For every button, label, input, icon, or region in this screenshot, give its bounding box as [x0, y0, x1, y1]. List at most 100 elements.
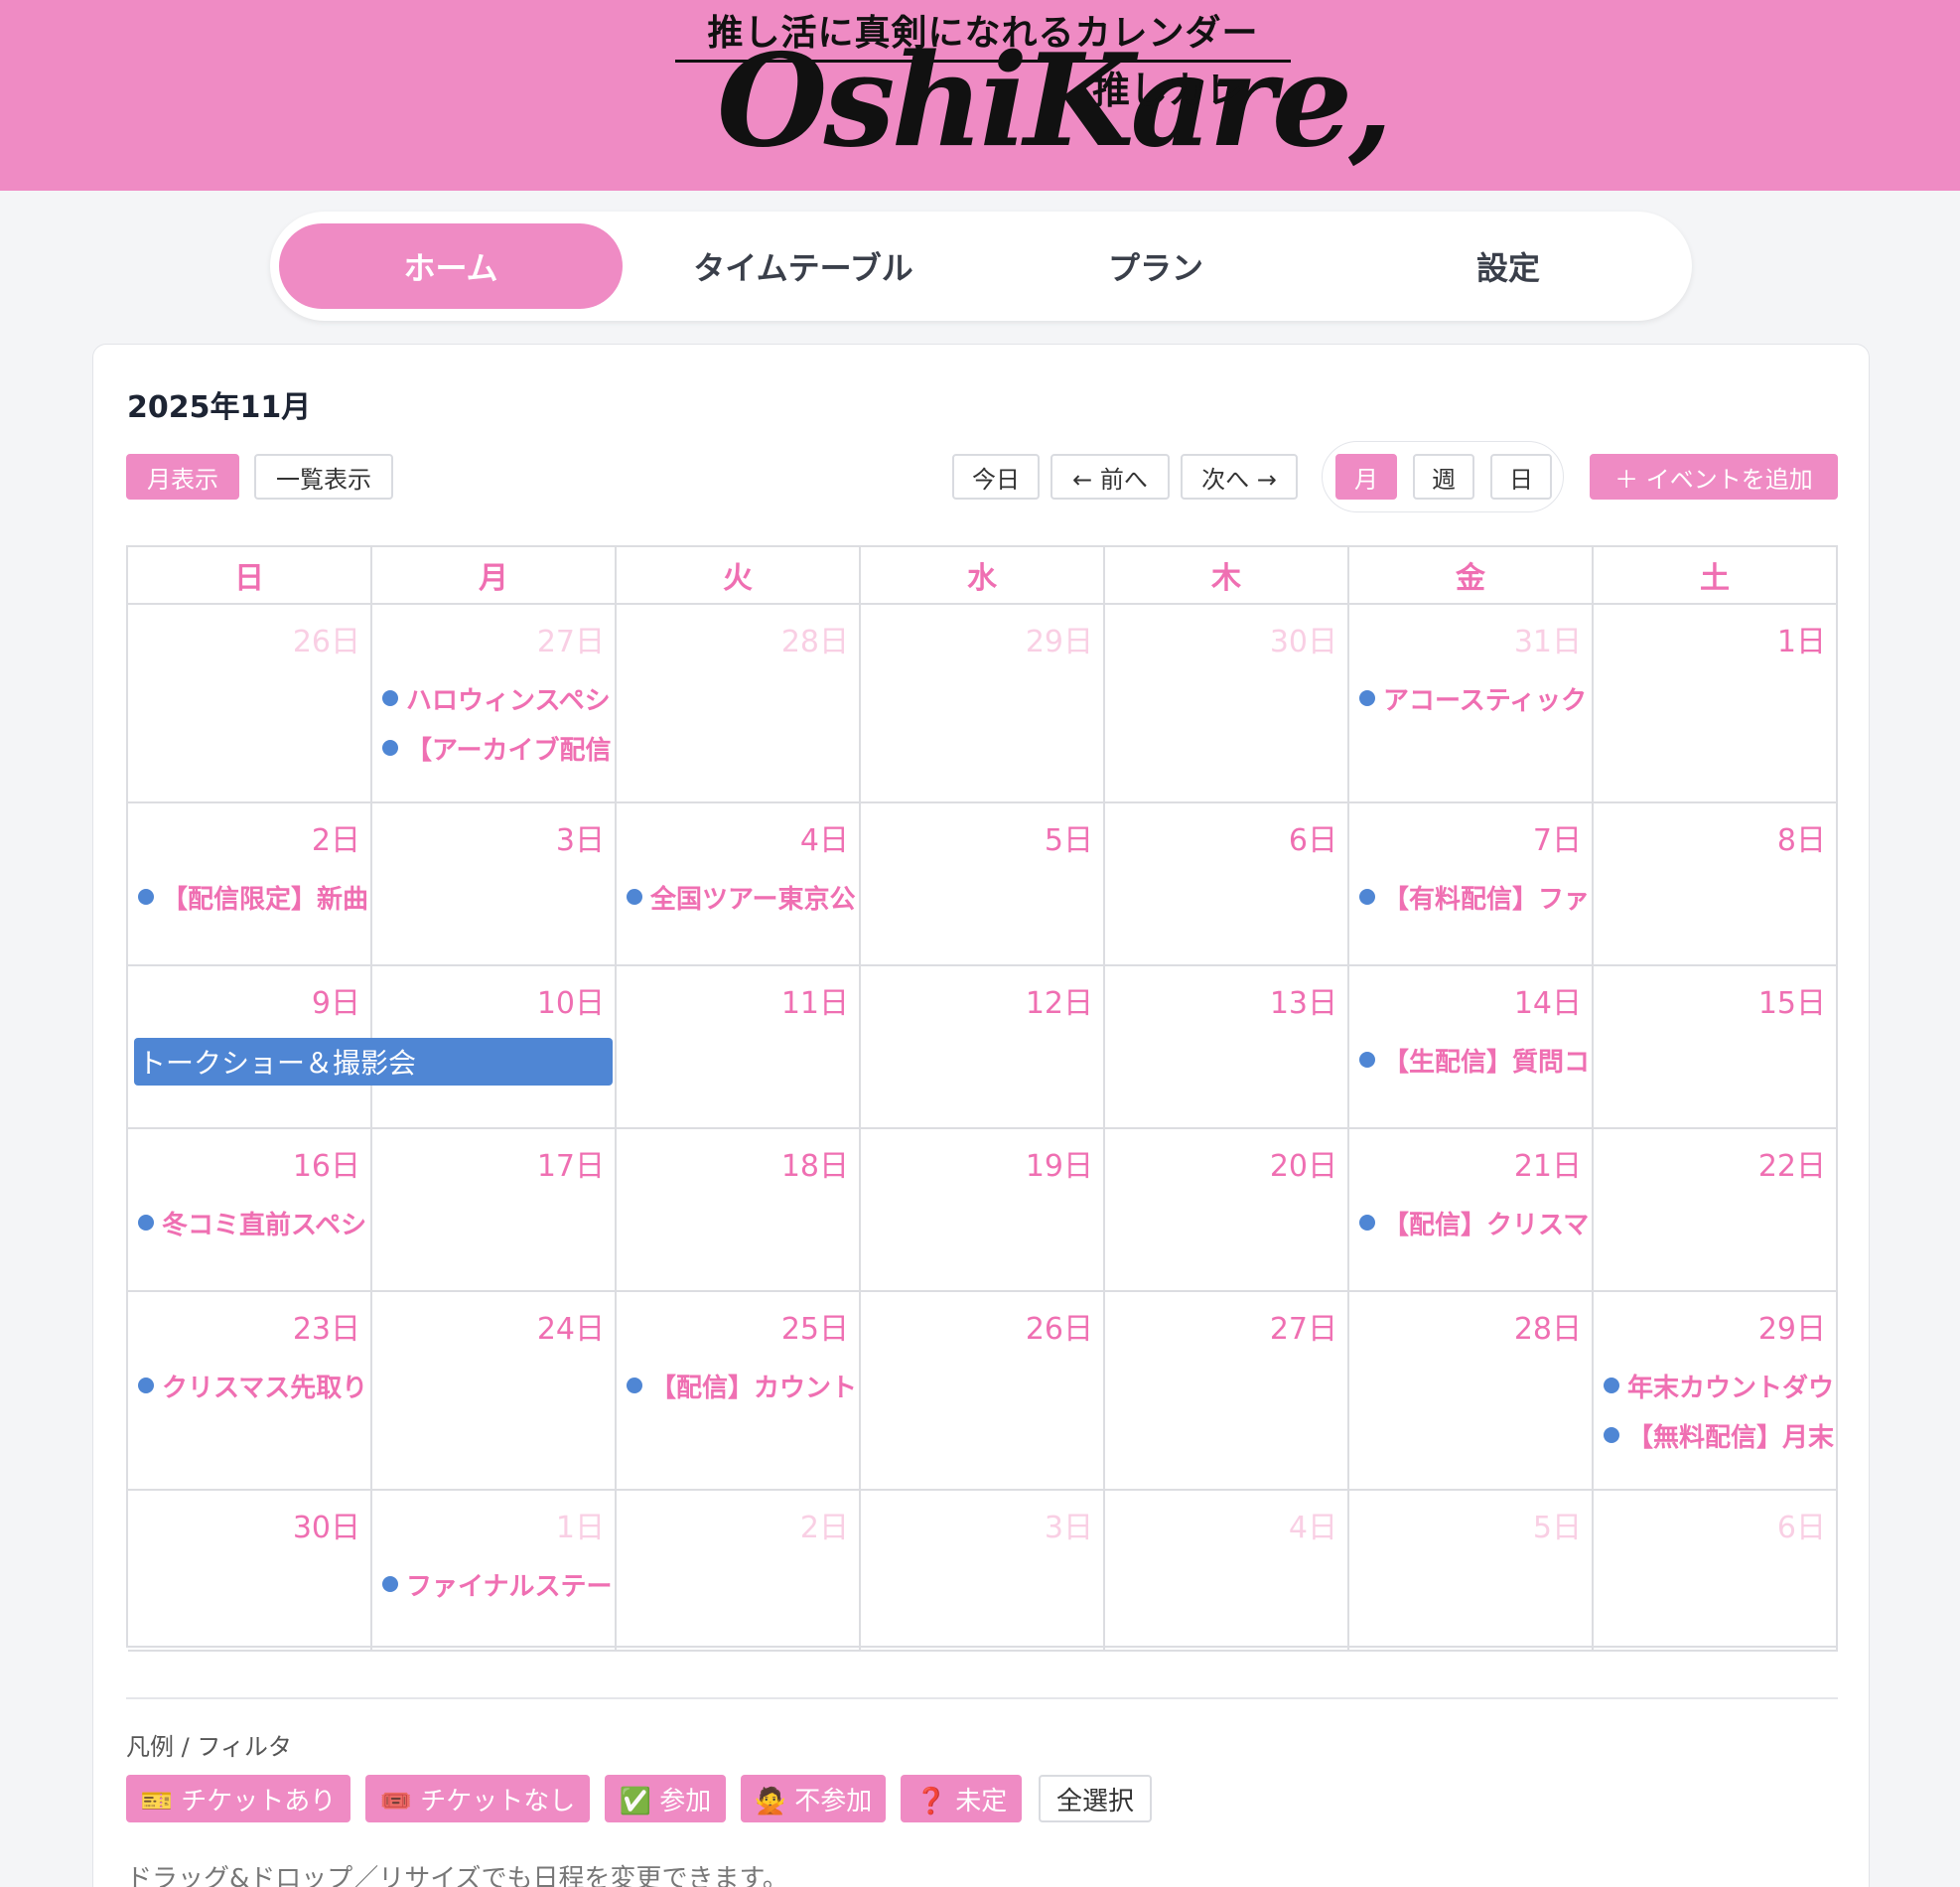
month-title: 2025年11月	[127, 390, 312, 425]
day-cell[interactable]: 8日	[1594, 803, 1838, 966]
view-day-button[interactable]: 日	[1490, 454, 1552, 500]
day-cell[interactable]: 23日 クリスマス先取り	[128, 1292, 372, 1491]
day-number: 17日	[536, 1149, 605, 1184]
app-header: 推し活に真剣になれるカレンダー OshiKare, 推しカレ	[0, 0, 1960, 191]
calendar-event[interactable]: 年末カウントダウ	[1604, 1368, 1834, 1403]
day-number: 6日	[1288, 823, 1337, 858]
day-cell[interactable]: 17日	[372, 1129, 617, 1292]
day-cell[interactable]: 25日【配信】カウント	[617, 1292, 861, 1491]
day-cell[interactable]: 19日	[861, 1129, 1105, 1292]
filter-not-attend[interactable]: 🙅 不参加	[741, 1775, 886, 1822]
calendar-event[interactable]: 全国ツアー東京公	[627, 879, 857, 915]
day-cell[interactable]: 2日 【配信限定】新曲	[128, 803, 372, 966]
day-cell[interactable]: 30日	[1105, 605, 1349, 803]
event-dot-icon	[1359, 690, 1375, 706]
event-dot-icon	[1359, 1215, 1375, 1231]
day-number: 28日	[780, 625, 849, 659]
day-cell[interactable]: 29日	[861, 605, 1105, 803]
select-all-button[interactable]: 全選択	[1039, 1775, 1152, 1822]
event-dot-icon	[1604, 1378, 1619, 1393]
day-cell[interactable]: 1日 ファイナルステー	[372, 1491, 617, 1652]
day-cell[interactable]: 4日 全国ツアー東京公	[617, 803, 861, 966]
day-number: 30日	[292, 1511, 360, 1545]
event-title: 【アーカイブ配信	[406, 735, 612, 766]
legend-label: 凡例 / フィルタ	[126, 1733, 292, 1761]
calendar-grid: 日月火水木金土 26日 27日 ハロウィンスペシ 【アーカイブ配信 28日 29日 30日 31…	[126, 545, 1838, 1652]
calendar-event[interactable]: 【生配信】質問コ	[1359, 1042, 1590, 1078]
tab-home[interactable]: ホーム	[279, 223, 623, 309]
day-cell[interactable]: 26日	[861, 1292, 1105, 1491]
day-cell[interactable]: 29日 年末カウントダウ 【無料配信】月末	[1594, 1292, 1838, 1491]
prev-button[interactable]: ← 前へ	[1050, 454, 1170, 500]
spanning-event[interactable]: トークショー＆撮影会	[134, 1038, 613, 1086]
day-number: 8日	[1776, 823, 1826, 858]
tab-timetable[interactable]: タイムテーブル	[631, 223, 975, 309]
today-button[interactable]: 今日	[952, 454, 1040, 500]
calendar-event[interactable]: ファイナルステー	[382, 1566, 613, 1602]
day-cell[interactable]: 7日 【有料配信】ファ	[1349, 803, 1594, 966]
event-dot-icon	[1604, 1427, 1619, 1443]
day-cell[interactable]: 28日	[1349, 1292, 1594, 1491]
day-number: 30日	[1269, 625, 1337, 659]
calendar-event[interactable]: 【配信】クリスマ	[1359, 1205, 1590, 1240]
day-cell[interactable]: 6日	[1105, 803, 1349, 966]
day-cell[interactable]: 6日	[1594, 1491, 1838, 1652]
day-cell[interactable]: 16日 冬コミ直前スペシ	[128, 1129, 372, 1292]
day-cell[interactable]: 21日【配信】クリスマ	[1349, 1129, 1594, 1292]
tab-plan[interactable]: プラン	[984, 223, 1328, 309]
day-cell[interactable]: 27日 ハロウィンスペシ 【アーカイブ配信	[372, 605, 617, 803]
day-cell[interactable]: 22日	[1594, 1129, 1838, 1292]
filter-undecided[interactable]: ❓ 未定	[901, 1775, 1022, 1822]
day-cell[interactable]: 20日	[1105, 1129, 1349, 1292]
view-week-button[interactable]: 週	[1413, 454, 1474, 500]
day-cell[interactable]: 13日	[1105, 966, 1349, 1129]
day-number: 12日	[1025, 986, 1093, 1021]
event-dot-icon	[382, 690, 398, 706]
day-cell[interactable]: 14日 【生配信】質問コ	[1349, 966, 1594, 1129]
event-dot-icon	[627, 889, 642, 905]
day-cell[interactable]: 18日	[617, 1129, 861, 1292]
day-number: 1日	[1776, 625, 1826, 659]
day-cell[interactable]: 26日	[128, 605, 372, 803]
day-cell[interactable]: 28日	[617, 605, 861, 803]
day-cell[interactable]: 31日 アコースティック	[1349, 605, 1594, 803]
day-number: 29日	[1025, 625, 1093, 659]
day-cell[interactable]: 2日	[617, 1491, 861, 1652]
calendar-event[interactable]: 【有料配信】ファ	[1359, 879, 1590, 915]
filter-attend[interactable]: ✅ 参加	[605, 1775, 726, 1822]
calendar-event[interactable]: 【配信】カウント	[627, 1368, 857, 1403]
day-cell[interactable]: 3日	[861, 1491, 1105, 1652]
day-cell[interactable]: 5日	[861, 803, 1105, 966]
filter-ticket-no[interactable]: 🎟️ チケットなし	[365, 1775, 590, 1822]
day-number: 21日	[1513, 1149, 1582, 1184]
add-event-button[interactable]: ＋ イベントを追加	[1590, 454, 1838, 500]
day-number: 9日	[311, 986, 360, 1021]
calendar-event[interactable]: 【無料配信】月末	[1604, 1417, 1834, 1453]
day-cell[interactable]: 1日	[1594, 605, 1838, 803]
calendar-event[interactable]: 【配信限定】新曲	[138, 879, 368, 915]
event-title: 全国ツアー東京公	[650, 884, 856, 915]
filter-ticket-yes[interactable]: 🎫 チケットあり	[126, 1775, 350, 1822]
list-view-button[interactable]: 一覧表示	[254, 454, 393, 500]
day-cell[interactable]: 15日	[1594, 966, 1838, 1129]
view-month-button[interactable]: 月	[1335, 454, 1397, 500]
calendar-event[interactable]: アコースティック	[1359, 680, 1590, 716]
tab-settings[interactable]: 設定	[1336, 223, 1680, 309]
day-cell[interactable]: 4日	[1105, 1491, 1349, 1652]
weekday-header: 土	[1594, 547, 1838, 605]
calendar-event[interactable]: 冬コミ直前スペシ	[138, 1205, 368, 1240]
day-number: 25日	[780, 1312, 849, 1347]
day-cell[interactable]: 12日	[861, 966, 1105, 1129]
day-cell[interactable]: 11日	[617, 966, 861, 1129]
day-cell[interactable]: 24日	[372, 1292, 617, 1491]
calendar-event[interactable]: 【アーカイブ配信	[382, 730, 613, 766]
calendar-event[interactable]: ハロウィンスペシ	[382, 680, 613, 716]
day-cell[interactable]: 30日	[128, 1491, 372, 1652]
day-cell[interactable]: 5日	[1349, 1491, 1594, 1652]
month-view-button[interactable]: 月表示	[126, 454, 239, 500]
event-title: 【配信】クリスマ	[1383, 1210, 1590, 1240]
day-cell[interactable]: 27日	[1105, 1292, 1349, 1491]
next-button[interactable]: 次へ →	[1181, 454, 1298, 500]
calendar-event[interactable]: クリスマス先取り	[138, 1368, 368, 1403]
day-cell[interactable]: 3日	[372, 803, 617, 966]
